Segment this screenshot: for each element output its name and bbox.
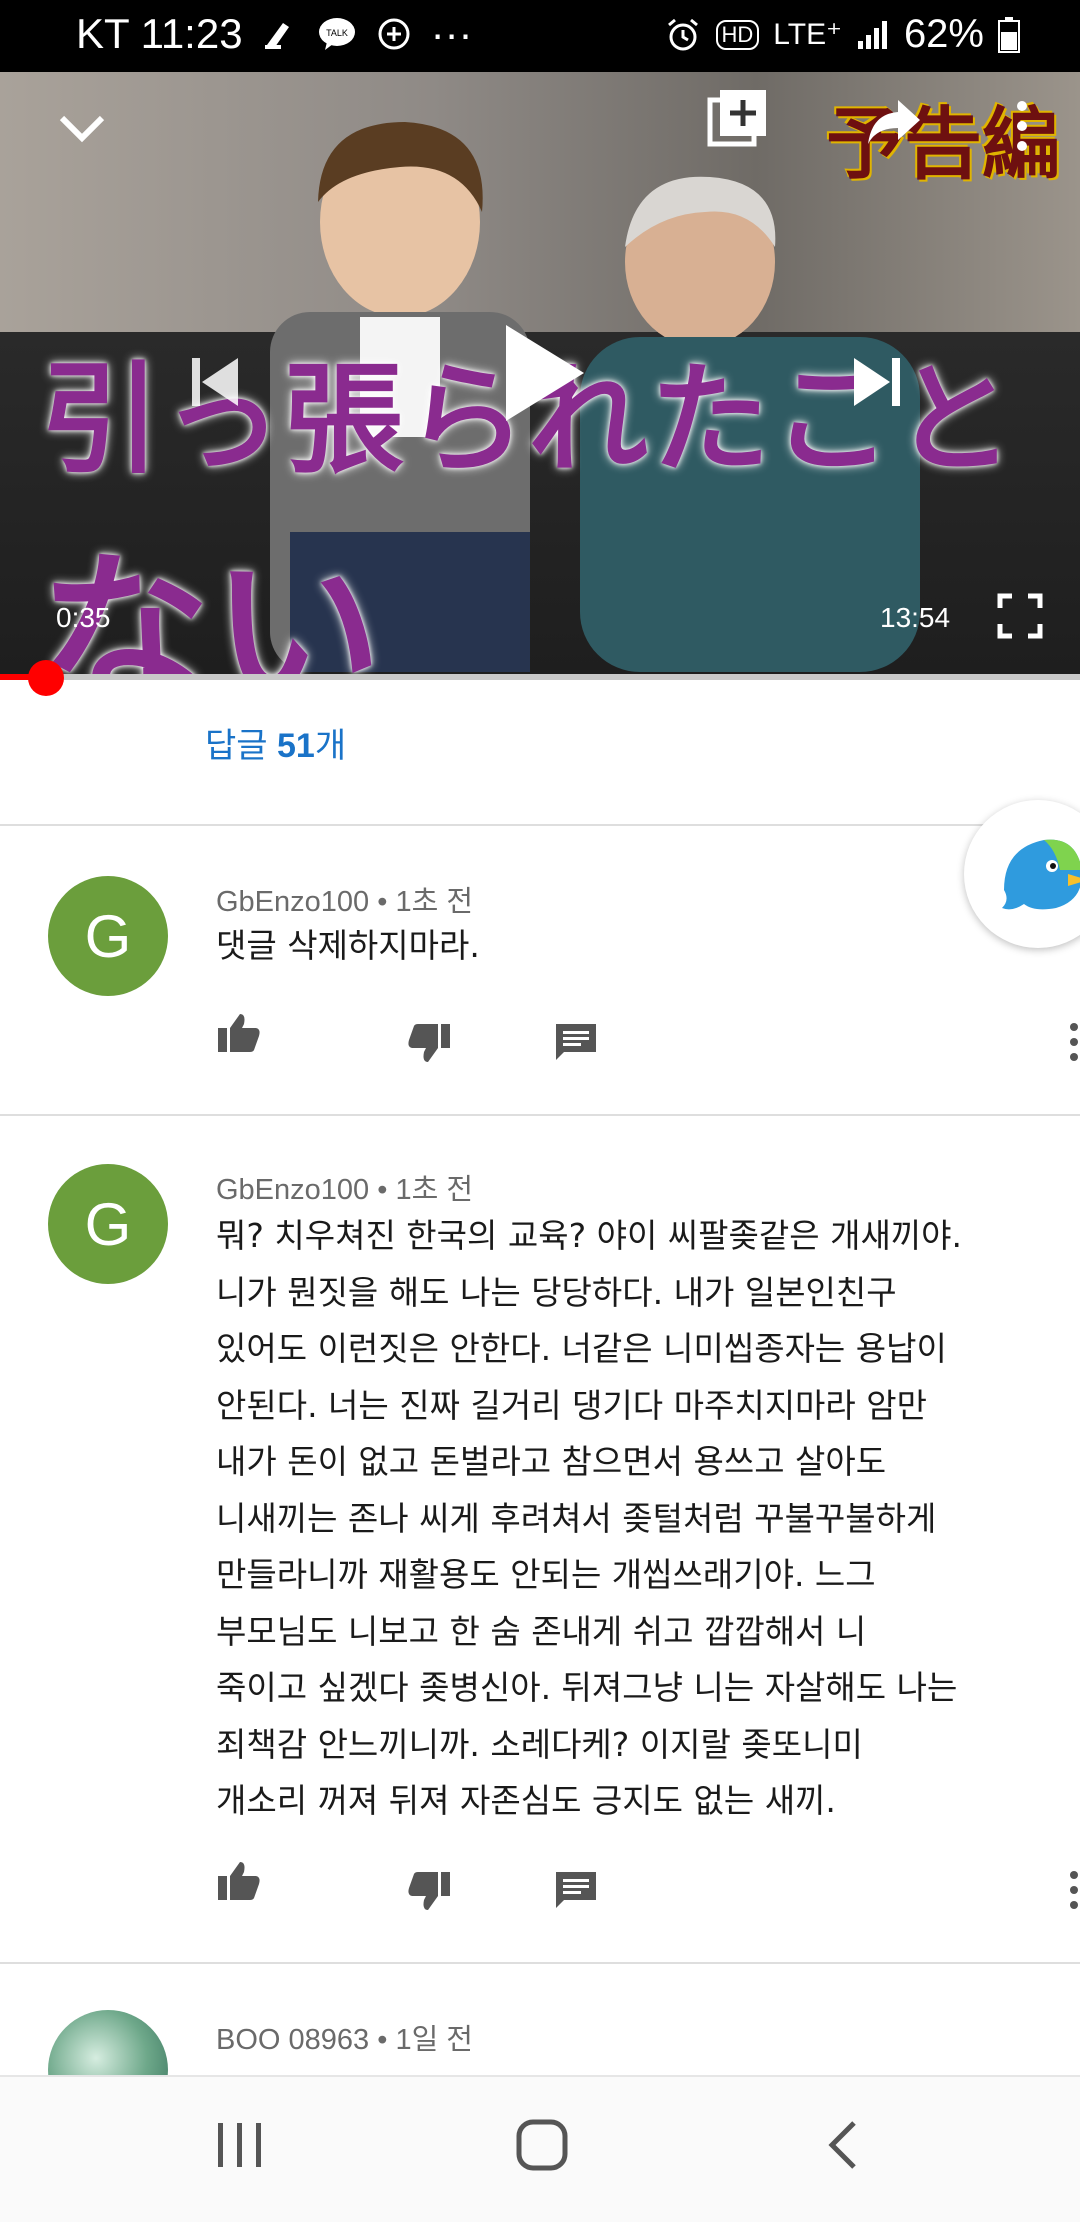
replies-count: 51 [277, 727, 315, 765]
status-bar: KT 11:23 TALK ··· HD LTE⁺ 62% [0, 0, 1080, 72]
svg-text:TALK: TALK [326, 28, 348, 38]
papago-translate-icon [1002, 839, 1080, 910]
divider [0, 824, 1080, 826]
share-icon[interactable] [866, 98, 922, 151]
signal-icon [856, 19, 890, 51]
navigation-bar [0, 2075, 1080, 2222]
divider [0, 1114, 1080, 1116]
battery-icon [998, 16, 1020, 53]
like-icon[interactable] [216, 1858, 262, 1909]
fullscreen-icon[interactable] [996, 592, 1044, 645]
comment-author[interactable]: GbEnzo100 [216, 1174, 369, 1206]
video-player[interactable]: 引っ張られたことない 予告編 0:35 13:54 [0, 72, 1080, 677]
add-to-playlist-icon[interactable] [706, 86, 770, 155]
skip-previous-icon[interactable] [186, 352, 246, 417]
battery-percent: 62% [903, 12, 984, 56]
comment-text: 댓글 삭제하지마라. [216, 926, 480, 965]
papago-translate-button[interactable] [964, 800, 1080, 948]
comment-more-icon[interactable] [1068, 1870, 1080, 1917]
comment-time: 1초 전 [395, 1174, 473, 1206]
reply-icon[interactable] [554, 1022, 598, 1067]
more-vert-icon[interactable] [1010, 100, 1034, 157]
hd-voice-badge: HD [715, 19, 760, 50]
recent-apps-icon[interactable] [214, 2117, 266, 2178]
comment-more-icon[interactable] [1068, 1022, 1080, 1069]
comment-meta: GbEnzo100 • 1초 전 [216, 1174, 473, 1206]
comment-actions [216, 1858, 1078, 1919]
comment-author[interactable]: GbEnzo100 [216, 886, 369, 918]
skip-next-icon[interactable] [846, 352, 906, 417]
dislike-icon[interactable] [406, 1020, 452, 1071]
avatar[interactable]: G [48, 876, 168, 996]
more-notifications: ··· [430, 10, 473, 57]
current-time: 0:35 [56, 602, 111, 633]
back-icon[interactable] [820, 2117, 870, 2178]
carrier-time: KT 11:23 [76, 10, 243, 57]
comment-meta: GbEnzo100 • 1초 전 [216, 886, 473, 918]
avatar[interactable]: G [48, 1164, 168, 1284]
like-icon[interactable] [216, 1010, 262, 1061]
replies-suffix: 개 [314, 727, 347, 765]
progress-scrubber[interactable] [28, 660, 65, 696]
comment-actions [216, 1010, 1078, 1071]
comment-time: 1일 전 [395, 2024, 473, 2056]
kakaotalk-icon: TALK [317, 16, 357, 52]
comment-meta: BOO 08963 • 1일 전 [216, 2024, 473, 2056]
alarm-icon [664, 16, 702, 54]
game-icon [375, 15, 413, 53]
comment-text: 뭐? 치우쳐진 한국의 교육? 야이 씨팔좆같은 개새끼야. 니가 뭔짓을 해도… [216, 1216, 963, 1820]
collapse-chevron-icon[interactable] [52, 98, 112, 163]
home-icon[interactable] [514, 2117, 570, 2178]
dislike-icon[interactable] [406, 1868, 452, 1919]
replies-prefix: 답글 [205, 727, 278, 765]
comment-time: 1초 전 [395, 886, 473, 918]
cleaner-icon [261, 15, 299, 53]
progress-track[interactable] [0, 674, 1080, 680]
comment-author[interactable]: BOO 08963 [216, 2024, 369, 2056]
duration: 13:54 [880, 602, 951, 633]
replies-link[interactable]: 답글 51개 [205, 718, 346, 767]
play-icon[interactable] [506, 325, 584, 421]
divider [0, 1962, 1080, 1964]
network-type: LTE⁺ [773, 18, 842, 51]
reply-icon[interactable] [554, 1870, 598, 1915]
